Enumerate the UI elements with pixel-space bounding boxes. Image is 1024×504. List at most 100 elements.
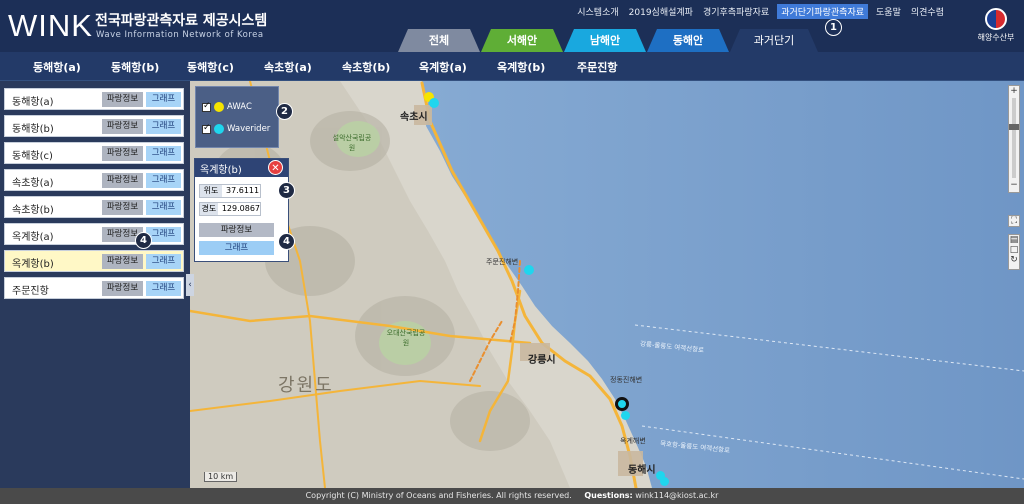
map-label-sokcho: 속초시 [400, 112, 428, 123]
callout-badge-1: 1 [825, 19, 842, 36]
station-name: 동해항(c) [12, 151, 53, 162]
link-system-intro[interactable]: 시스템소개 [575, 4, 620, 19]
callout-badge-3: 3 [278, 182, 295, 199]
wave-info-button[interactable]: 파랑정보 [102, 200, 143, 215]
station-row[interactable]: 옥계항(a) 파랑정보 그래프 [4, 223, 184, 245]
link-hindcast[interactable]: 경기후측파랑자료 [701, 4, 771, 19]
map-label-jumunjin-beach: 주문진해변 [486, 258, 519, 266]
map-label-gangneung: 강릉시 [528, 355, 556, 366]
station-row-selected[interactable]: 옥계항(b) 파랑정보 그래프 [4, 250, 184, 272]
zoom-track[interactable] [1009, 98, 1019, 178]
selected-station-marker[interactable] [615, 397, 629, 411]
nav-item-jumunjin[interactable]: 주문진항 [577, 59, 617, 75]
logo[interactable]: WINK [8, 9, 93, 43]
graph-button[interactable]: 그래프 [146, 173, 181, 188]
map-view[interactable]: 속초시 설악산국립공원 오대산국립공원 강원도 강릉시 동해시 정동진해변 주문… [190, 81, 1024, 488]
graph-button[interactable]: 그래프 [146, 119, 181, 134]
nav-item-okgye-b[interactable]: 옥계항(b) [497, 59, 545, 75]
callout-badge-4: 4 [135, 232, 152, 249]
graph-button[interactable]: 그래프 [146, 200, 181, 215]
checkbox-waverider[interactable] [202, 123, 211, 134]
map-label-province: 강원도 [278, 375, 334, 396]
station-name: 옥계항(a) [12, 232, 54, 243]
basemap [190, 81, 1024, 488]
zoom-handle[interactable] [1009, 124, 1019, 130]
graph-button[interactable]: 그래프 [146, 92, 181, 107]
station-row[interactable]: 속초항(a) 파랑정보 그래프 [4, 169, 184, 191]
questions-label: Questions: [584, 491, 633, 500]
waverider-station-marker[interactable] [524, 265, 534, 275]
graph-button[interactable]: 그래프 [146, 281, 181, 296]
station-row[interactable]: 동해항(b) 파랑정보 그래프 [4, 115, 184, 137]
wave-info-button[interactable]: 파랑정보 [102, 281, 143, 296]
station-row[interactable]: 주문진항 파랑정보 그래프 [4, 277, 184, 299]
close-icon[interactable]: ✕ [268, 160, 283, 175]
copyright-text: Copyright (C) Ministry of Oceans and Fis… [305, 491, 572, 500]
map-label-donghae: 동해시 [628, 465, 656, 476]
legend-label: Waverider [227, 124, 271, 134]
fullscreen-button[interactable]: ⛶ [1008, 215, 1020, 227]
wave-info-button[interactable]: 파랑정보 [102, 254, 143, 269]
tab-past-short-term[interactable]: 과거단기자료 [730, 29, 818, 52]
legend-item-waverider[interactable]: Waverider [202, 123, 271, 134]
sidebar-collapse-toggle[interactable]: ‹ [186, 274, 194, 296]
zoom-in-button[interactable]: + [1009, 86, 1019, 96]
ministry-logo[interactable]: 해양수산부 [976, 8, 1016, 43]
wave-info-button[interactable]: 파랑정보 [102, 92, 143, 107]
link-feedback[interactable]: 의견수렴 [909, 4, 946, 19]
waverider-station-marker[interactable] [429, 98, 439, 108]
graph-button[interactable]: 그래프 [146, 254, 181, 269]
footer: Copyright (C) Ministry of Oceans and Fis… [0, 488, 1024, 504]
instrument-legend: AWAC Waverider [195, 86, 279, 148]
legend-label: AWAC [227, 102, 252, 112]
waverider-station-marker[interactable] [621, 411, 630, 420]
station-name: 속초항(a) [12, 178, 54, 189]
wave-info-button[interactable]: 파랑정보 [102, 173, 143, 188]
station-name: 주문진항 [12, 286, 49, 297]
callout-badge-2: 2 [276, 103, 293, 120]
region-tabs: 전체 서해안 남해안 동해안 과거단기자료 [398, 29, 819, 52]
station-row[interactable]: 속초항(b) 파랑정보 그래프 [4, 196, 184, 218]
station-name: 옥계항(b) [12, 259, 54, 270]
longitude-value: 129.0867 [221, 204, 260, 213]
zoom-out-button[interactable]: − [1009, 180, 1019, 190]
link-help[interactable]: 도움말 [874, 4, 903, 19]
nav-item-okgye-a[interactable]: 옥계항(a) [419, 59, 467, 75]
station-name: 속초항(b) [12, 205, 54, 216]
popup-graph-button[interactable]: 그래프 [199, 241, 274, 255]
tab-all[interactable]: 전체 [398, 29, 480, 52]
ministry-name: 해양수산부 [977, 33, 1015, 42]
extent-icon[interactable]: □ [1009, 245, 1019, 255]
zoom-slider[interactable]: + − [1008, 85, 1020, 193]
tab-south-coast[interactable]: 남해안 [564, 29, 646, 52]
nav-item-donghae-a[interactable]: 동해항(a) [33, 59, 81, 75]
contact-email[interactable]: wink114@kiost.ac.kr [635, 491, 718, 500]
map-tools: ▤ □ ↻ [1008, 234, 1020, 270]
legend-item-awac[interactable]: AWAC [202, 101, 252, 112]
layers-icon[interactable]: ▤ [1009, 235, 1019, 245]
graph-button[interactable]: 그래프 [146, 146, 181, 161]
checkbox-awac[interactable] [202, 101, 211, 112]
wave-info-button[interactable]: 파랑정보 [102, 119, 143, 134]
wave-info-button[interactable]: 파랑정보 [102, 146, 143, 161]
popup-wave-info-button[interactable]: 파랑정보 [199, 223, 274, 237]
nav-item-sokcho-b[interactable]: 속초항(b) [342, 59, 390, 75]
site-title: 전국파랑관측자료 제공시스템 [95, 13, 268, 29]
waverider-station-marker[interactable] [660, 477, 669, 486]
nav-item-donghae-b[interactable]: 동해항(b) [111, 59, 159, 75]
link-past-short-term[interactable]: 과거단기파랑관측자료 [777, 4, 869, 19]
station-name: 동해항(b) [12, 124, 54, 135]
station-name: 동해항(a) [12, 97, 54, 108]
top-links: 시스템소개 2019심해설계파 경기후측파랑자료 과거단기파랑관측자료 도움말 … [575, 4, 946, 19]
station-popup: 옥계항(b) ✕ 위도 37.6111 경도 129.0867 파랑정보 그래프 [194, 158, 289, 262]
tab-east-coast[interactable]: 동해안 [647, 29, 729, 52]
map-label-jeongdong-beach: 정동진해변 [610, 376, 643, 384]
waverider-dot-icon [214, 124, 224, 134]
refresh-icon[interactable]: ↻ [1009, 255, 1019, 265]
station-row[interactable]: 동해항(a) 파랑정보 그래프 [4, 88, 184, 110]
nav-item-donghae-c[interactable]: 동해항(c) [187, 59, 234, 75]
station-row[interactable]: 동해항(c) 파랑정보 그래프 [4, 142, 184, 164]
tab-west-coast[interactable]: 서해안 [481, 29, 563, 52]
link-design-wave[interactable]: 2019심해설계파 [627, 4, 695, 19]
nav-item-sokcho-a[interactable]: 속초항(a) [264, 59, 312, 75]
